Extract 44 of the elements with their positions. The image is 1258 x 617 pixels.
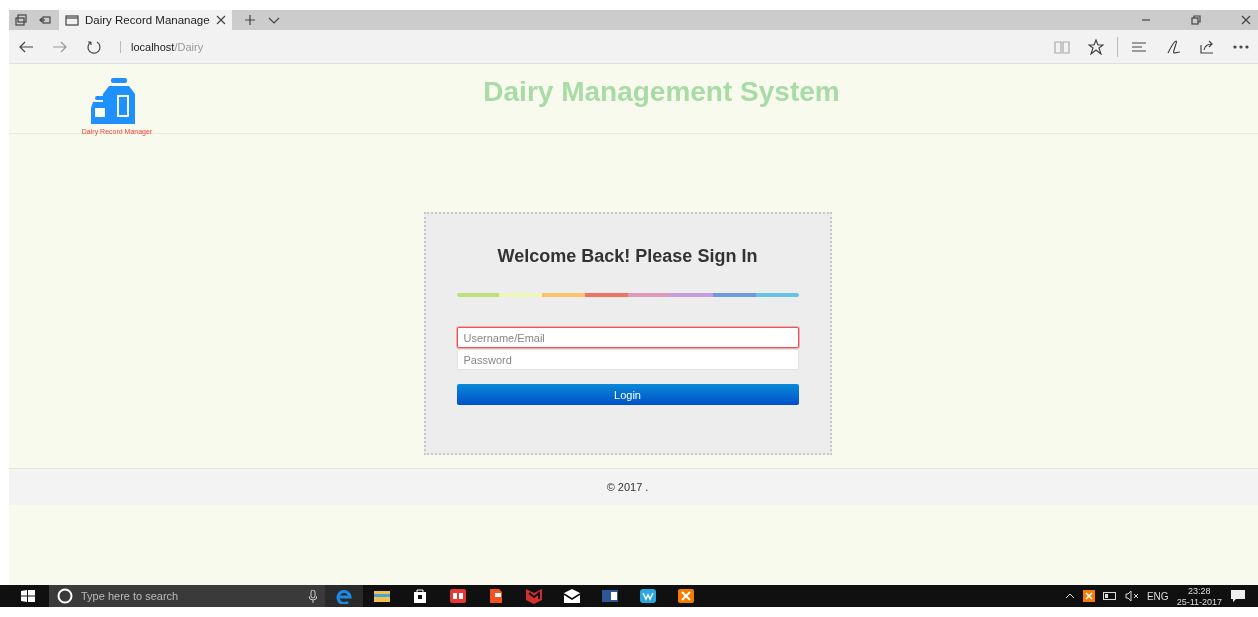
- address-field[interactable]: localhost/Dairy: [120, 40, 204, 53]
- browser-tab[interactable]: Dairy Record Mananage: [59, 10, 232, 30]
- xampp-tray-icon[interactable]: [1082, 590, 1095, 602]
- word-document-icon[interactable]: [601, 588, 619, 604]
- new-tab-icon[interactable]: [243, 14, 256, 26]
- tab-title: Dairy Record Mananage: [85, 14, 210, 26]
- more-icon[interactable]: [1233, 44, 1249, 49]
- close-icon[interactable]: [215, 15, 226, 25]
- back-arrow-icon[interactable]: [18, 39, 34, 54]
- login-button[interactable]: Login: [456, 384, 799, 405]
- language-indicator[interactable]: ENG: [1146, 590, 1169, 602]
- site-title: Dairy Management System: [482, 76, 841, 108]
- forward-arrow-icon[interactable]: [52, 39, 68, 54]
- windows-start-icon[interactable]: [21, 590, 35, 602]
- tab-preview-icon[interactable]: [39, 14, 51, 26]
- tabs-aside-icon[interactable]: [15, 14, 27, 26]
- copyright-text: © 2017 .: [606, 481, 649, 493]
- restore-icon[interactable]: [1190, 14, 1202, 26]
- cortana-circle-icon: [57, 588, 73, 604]
- browser-e-icon[interactable]: [335, 588, 353, 604]
- chevron-up-icon[interactable]: [1064, 593, 1075, 599]
- pen-icon[interactable]: [1165, 38, 1181, 55]
- battery-icon[interactable]: [1102, 592, 1117, 600]
- envelope-icon[interactable]: [563, 588, 581, 604]
- share-icon[interactable]: [1199, 38, 1215, 55]
- page-icon[interactable]: [65, 14, 79, 26]
- folder-icon[interactable]: [373, 588, 391, 604]
- chart-app-icon[interactable]: [639, 588, 657, 604]
- speaker-muted-icon[interactable]: [1124, 591, 1139, 601]
- taskbar-search-field[interactable]: Type here to search: [49, 585, 325, 607]
- login-heading: Welcome Back! Please Sign In: [497, 246, 758, 267]
- refresh-icon[interactable]: [86, 38, 102, 55]
- store-bag-icon[interactable]: [411, 588, 429, 604]
- shield-m-icon[interactable]: [525, 588, 543, 604]
- taskbar-clock[interactable]: 23:28 25-11-2017: [1176, 585, 1222, 607]
- password-field[interactable]: Password: [456, 349, 799, 370]
- notifications-icon[interactable]: [1230, 589, 1246, 603]
- xampp-icon[interactable]: [677, 588, 695, 604]
- star-icon[interactable]: [1088, 38, 1104, 55]
- book-icon[interactable]: [449, 588, 467, 604]
- microphone-icon[interactable]: [309, 589, 317, 603]
- username-field[interactable]: Username/Email: [456, 327, 799, 348]
- document-icon[interactable]: [487, 588, 505, 604]
- close-icon[interactable]: [1240, 14, 1252, 26]
